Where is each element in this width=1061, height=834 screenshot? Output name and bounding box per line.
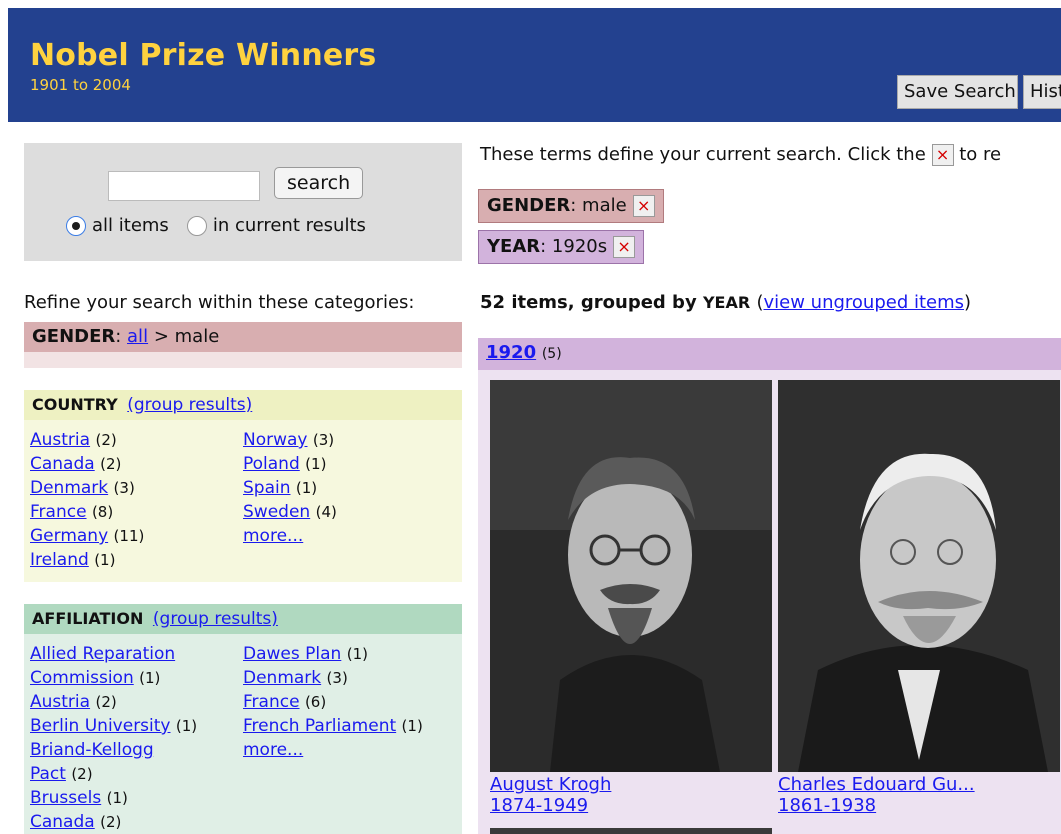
card-name-link[interactable]: Charles Edouard Gu... bbox=[778, 774, 1060, 795]
list-item: Sweden (4) bbox=[243, 502, 337, 522]
facet-link[interactable]: Pact bbox=[30, 764, 66, 784]
affiliation-more-link[interactable]: more... bbox=[243, 740, 303, 760]
facet-link[interactable]: Austria bbox=[30, 430, 90, 450]
list-item: France (8) bbox=[30, 502, 114, 522]
list-item: more... bbox=[243, 738, 303, 762]
country-facet: COUNTRY (group results) Austria (2) Cana… bbox=[24, 390, 462, 582]
page-subtitle: 1901 to 2004 bbox=[30, 76, 131, 94]
gender-breadcrumb: GENDER: all > male bbox=[24, 322, 462, 352]
list-item: Spain (1) bbox=[243, 478, 318, 498]
list-item: Pact (2) bbox=[30, 764, 93, 784]
result-card: Charles Edouard Gu... 1861-1938 bbox=[778, 380, 1060, 816]
facet-link[interactable]: France bbox=[243, 692, 300, 712]
portrait-photo[interactable] bbox=[490, 380, 772, 772]
next-portrait-photo[interactable] bbox=[490, 828, 772, 834]
facet-link[interactable]: Canada bbox=[30, 812, 95, 832]
gender-facet-name: GENDER bbox=[32, 326, 116, 347]
refine-label: Refine your search within these categori… bbox=[24, 292, 415, 313]
affiliation-facet-header: AFFILIATION (group results) bbox=[24, 604, 462, 634]
country-group-results-link[interactable]: (group results) bbox=[127, 395, 252, 415]
list-item: Canada (2) bbox=[30, 454, 122, 474]
header-banner: Nobel Prize Winners 1901 to 2004 Save Se… bbox=[8, 8, 1061, 122]
list-item: Brussels (1) bbox=[30, 788, 128, 808]
list-item: Austria (2) bbox=[30, 692, 117, 712]
facet-link[interactable]: Allied Reparation bbox=[30, 644, 175, 664]
view-ungrouped-link[interactable]: view ungrouped items bbox=[764, 292, 965, 313]
search-button[interactable]: search bbox=[274, 167, 364, 199]
card-name-link[interactable]: August Krogh bbox=[490, 774, 772, 795]
radio-all-items[interactable] bbox=[66, 215, 86, 236]
results-summary: 52 items, grouped by YEAR (view ungroupe… bbox=[480, 292, 972, 313]
search-scope-options: all items in current results bbox=[66, 215, 366, 236]
list-item: Denmark (3) bbox=[30, 478, 135, 498]
facet-link[interactable]: Dawes Plan bbox=[243, 644, 341, 664]
search-input[interactable] bbox=[108, 171, 260, 201]
gender-facet-body bbox=[24, 352, 462, 368]
history-button[interactable]: History bbox=[1023, 75, 1061, 109]
facet-link[interactable]: Austria bbox=[30, 692, 90, 712]
list-item: France (6) bbox=[243, 692, 327, 712]
close-icon: × bbox=[931, 144, 954, 166]
facet-link[interactable]: Brussels bbox=[30, 788, 101, 808]
card-years-link[interactable]: 1861-1938 bbox=[778, 795, 1060, 816]
list-item: Canada (2) bbox=[30, 812, 122, 832]
facet-link[interactable]: Poland bbox=[243, 454, 300, 474]
result-card: August Krogh 1874-1949 bbox=[490, 380, 772, 816]
affiliation-facet: AFFILIATION (group results) Allied Repar… bbox=[24, 604, 462, 834]
facet-link[interactable]: France bbox=[30, 502, 87, 522]
gender-all-link[interactable]: all bbox=[127, 326, 148, 347]
remove-year-term-icon[interactable]: × bbox=[613, 236, 636, 258]
facet-link[interactable]: French Parliament bbox=[243, 716, 396, 736]
list-item: Poland (1) bbox=[243, 454, 327, 474]
portrait-image bbox=[490, 380, 772, 772]
affiliation-group-results-link[interactable]: (group results) bbox=[153, 609, 278, 629]
remove-gender-term-icon[interactable]: × bbox=[632, 195, 655, 217]
save-search-button[interactable]: Save Search bbox=[897, 75, 1018, 109]
search-term-year: YEAR: 1920s × bbox=[478, 230, 645, 264]
facet-link[interactable]: Briand-Kellogg bbox=[30, 740, 154, 760]
list-item: more... bbox=[243, 524, 303, 548]
facet-link[interactable]: Canada bbox=[30, 454, 95, 474]
list-item: Berlin University (1) bbox=[30, 716, 198, 736]
radio-current-results-label[interactable]: in current results bbox=[213, 215, 366, 236]
facet-link[interactable]: Spain bbox=[243, 478, 291, 498]
search-panel: search all items in current results bbox=[24, 143, 462, 261]
facet-link[interactable]: Denmark bbox=[243, 668, 321, 688]
facet-link[interactable]: Norway bbox=[243, 430, 308, 450]
facet-link[interactable]: Germany bbox=[30, 526, 108, 546]
radio-all-items-label[interactable]: all items bbox=[92, 215, 169, 236]
country-more-link[interactable]: more... bbox=[243, 526, 303, 546]
country-facet-header: COUNTRY (group results) bbox=[24, 390, 462, 420]
radio-current-results[interactable] bbox=[186, 215, 207, 236]
portrait-image bbox=[778, 380, 1060, 772]
facet-link[interactable]: Denmark bbox=[30, 478, 108, 498]
list-item: Briand-Kellogg bbox=[30, 738, 154, 762]
facet-link[interactable]: Ireland bbox=[30, 550, 89, 570]
list-item: Dawes Plan (1) bbox=[243, 644, 368, 664]
list-item: Commission (1) bbox=[30, 668, 161, 688]
portrait-photo[interactable] bbox=[778, 380, 1060, 772]
page-title: Nobel Prize Winners bbox=[30, 38, 377, 73]
list-item: Austria (2) bbox=[30, 430, 117, 450]
facet-link[interactable]: Sweden bbox=[243, 502, 310, 522]
list-item: French Parliament (1) bbox=[243, 716, 423, 736]
gender-value: male bbox=[174, 326, 220, 347]
list-item: Germany (11) bbox=[30, 526, 145, 546]
search-term-gender: GENDER: male × bbox=[478, 189, 664, 223]
list-item: Denmark (3) bbox=[243, 668, 348, 688]
year-group-link[interactable]: 1920 bbox=[486, 342, 536, 363]
year-group-header: 1920 (5) bbox=[478, 338, 1061, 370]
list-item: Ireland (1) bbox=[30, 550, 116, 570]
facet-link[interactable]: Commission bbox=[30, 668, 134, 688]
card-years-link[interactable]: 1874-1949 bbox=[490, 795, 772, 816]
facet-link[interactable]: Berlin University bbox=[30, 716, 171, 736]
terms-description: These terms define your current search. … bbox=[480, 144, 1002, 166]
list-item: Norway (3) bbox=[243, 430, 335, 450]
list-item: Allied Reparation bbox=[30, 642, 175, 666]
